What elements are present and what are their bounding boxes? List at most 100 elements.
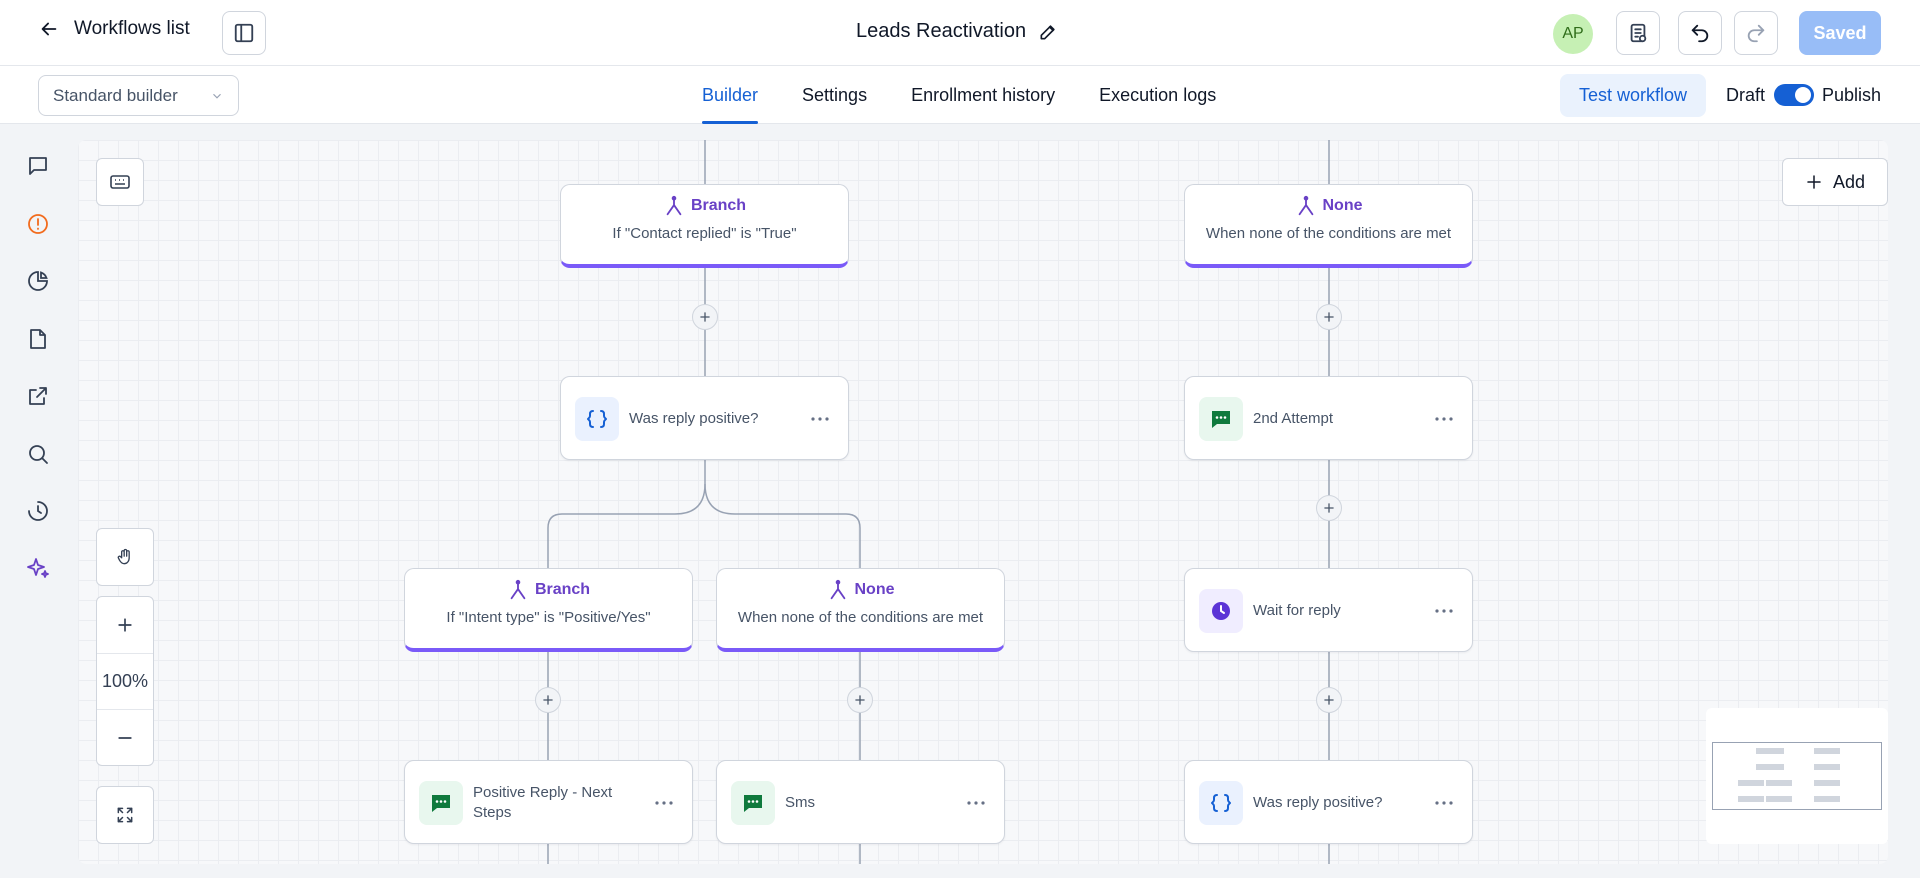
action-node-2nd-attempt[interactable]: 2nd Attempt (1184, 376, 1473, 460)
more-options-icon[interactable] (808, 409, 832, 429)
back-to-workflows-link[interactable]: Workflows list (38, 18, 190, 40)
action-label: Positive Reply - Next Steps (473, 784, 613, 821)
branch-condition: When none of the conditions are met (1205, 225, 1452, 242)
left-icon-rail (0, 124, 76, 878)
fit-view-button[interactable] (96, 786, 154, 844)
workflow-connectors (547, 140, 1330, 864)
clock-icon (1199, 589, 1243, 633)
branch-icon (510, 579, 526, 600)
plus-icon (1324, 695, 1334, 705)
add-label: Add (1832, 171, 1866, 192)
add-step-button[interactable] (692, 304, 718, 330)
sidebar-panel-icon (234, 23, 254, 43)
keyboard-icon (110, 175, 130, 189)
more-options-icon[interactable] (1432, 601, 1456, 621)
saved-button[interactable]: Saved (1799, 11, 1881, 55)
canvas-minimap[interactable] (1706, 708, 1888, 844)
sms-icon (419, 781, 463, 825)
action-label: Was reply positive? (629, 410, 759, 427)
test-workflow-button[interactable]: Test workflow (1560, 74, 1706, 117)
undo-icon (1691, 24, 1709, 43)
user-avatar[interactable]: AP (1553, 14, 1593, 54)
more-options-icon[interactable] (1432, 793, 1456, 813)
branch-icon (1298, 195, 1313, 216)
add-step-button[interactable] (847, 687, 873, 713)
toggle-sidebar-button[interactable] (222, 11, 266, 55)
tab-enrollment-history[interactable]: Enrollment history (911, 66, 1055, 124)
branch-node-contact-replied[interactable]: Branch If "Contact replied" is "True" (560, 184, 849, 268)
history-icon[interactable] (25, 498, 51, 524)
expand-icon (117, 807, 133, 823)
pencil-icon[interactable] (1038, 22, 1058, 42)
tab-settings[interactable]: Settings (802, 66, 867, 124)
action-node-positive-reply[interactable]: Positive Reply - Next Steps (404, 760, 693, 844)
publish-toggle[interactable] (1774, 84, 1814, 106)
branch-icon (830, 579, 845, 600)
pie-chart-icon[interactable] (25, 268, 51, 294)
more-options-icon[interactable] (1432, 409, 1456, 429)
more-options-icon[interactable] (652, 793, 676, 813)
more-options-icon[interactable] (964, 793, 988, 813)
branch-type: None (1322, 197, 1363, 214)
action-node-sms[interactable]: Sms (716, 760, 1005, 844)
add-step-button[interactable] (535, 687, 561, 713)
branch-node-none-mid[interactable]: None When none of the conditions are met (716, 568, 1005, 652)
keyboard-shortcuts-button[interactable] (96, 158, 144, 206)
tab-execution-logs[interactable]: Execution logs (1099, 66, 1216, 124)
action-label: Wait for reply (1253, 602, 1341, 619)
plus-icon (543, 695, 553, 705)
back-label: Workflows list (74, 18, 190, 39)
redo-button[interactable] (1734, 11, 1778, 55)
action-node-was-reply-positive[interactable]: Was reply positive? (560, 376, 849, 460)
action-label: Sms (785, 794, 815, 811)
plus-icon (1324, 312, 1334, 322)
branch-type: Branch (534, 581, 591, 598)
alert-circle-icon[interactable] (25, 211, 51, 237)
zoom-in-button[interactable] (97, 597, 153, 653)
workflow-canvas[interactable]: Add Branch If "Contact replied" is "True… (78, 140, 1888, 864)
action-node-was-reply-positive-2[interactable]: Was reply positive? (1184, 760, 1473, 844)
minus-icon (118, 736, 132, 739)
pan-tool-button[interactable] (96, 528, 154, 586)
workflow-title[interactable]: Leads Reactivation (856, 20, 1058, 43)
branch-node-none-top[interactable]: None When none of the conditions are met (1184, 184, 1473, 268)
branch-type: Branch (690, 197, 747, 214)
branch-condition: When none of the conditions are met (737, 609, 984, 626)
publish-label: Publish (1822, 85, 1882, 105)
search-icon[interactable] (25, 441, 51, 467)
external-link-icon[interactable] (25, 383, 51, 409)
chat-icon[interactable] (25, 153, 51, 179)
notes-button[interactable] (1616, 11, 1660, 55)
zoom-out-button[interactable] (97, 709, 153, 765)
add-button[interactable]: Add (1782, 158, 1888, 206)
sms-icon (731, 781, 775, 825)
tab-builder[interactable]: Builder (702, 66, 759, 124)
action-node-wait-for-reply[interactable]: Wait for reply (1184, 568, 1473, 652)
top-bar: Workflows list Leads Reactivation AP Sav… (0, 0, 1920, 66)
zoom-controls: 100% (96, 596, 154, 766)
clipboard-check-icon (1630, 23, 1647, 43)
sparkles-icon[interactable] (25, 555, 51, 581)
undo-button[interactable] (1678, 11, 1722, 55)
chevron-down-icon (213, 93, 221, 99)
file-icon[interactable] (25, 326, 51, 352)
branch-type: None (854, 581, 895, 598)
branch-condition: If "Contact replied" is "True" (612, 225, 797, 242)
zoom-level: 100% (97, 653, 153, 709)
branch-icon (666, 195, 682, 216)
builder-type-value: Standard builder (53, 85, 178, 105)
action-label: Was reply positive? (1253, 794, 1383, 811)
condition-icon (575, 397, 619, 441)
add-step-button[interactable] (1316, 495, 1342, 521)
add-step-button[interactable] (1316, 687, 1342, 713)
workflow-title-text: Leads Reactivation (856, 20, 1027, 42)
plus-icon (700, 312, 710, 322)
builder-toolbar: Standard builder Builder Settings Enroll… (0, 66, 1920, 124)
plus-icon (1807, 175, 1821, 189)
redo-icon (1747, 24, 1765, 43)
add-step-button[interactable] (1316, 304, 1342, 330)
builder-type-select[interactable]: Standard builder (38, 75, 239, 116)
minimap-viewport[interactable] (1712, 742, 1882, 810)
branch-node-intent-type[interactable]: Branch If "Intent type" is "Positive/Yes… (404, 568, 693, 652)
builder-tabs: Builder Settings Enrollment history Exec… (702, 66, 1216, 124)
